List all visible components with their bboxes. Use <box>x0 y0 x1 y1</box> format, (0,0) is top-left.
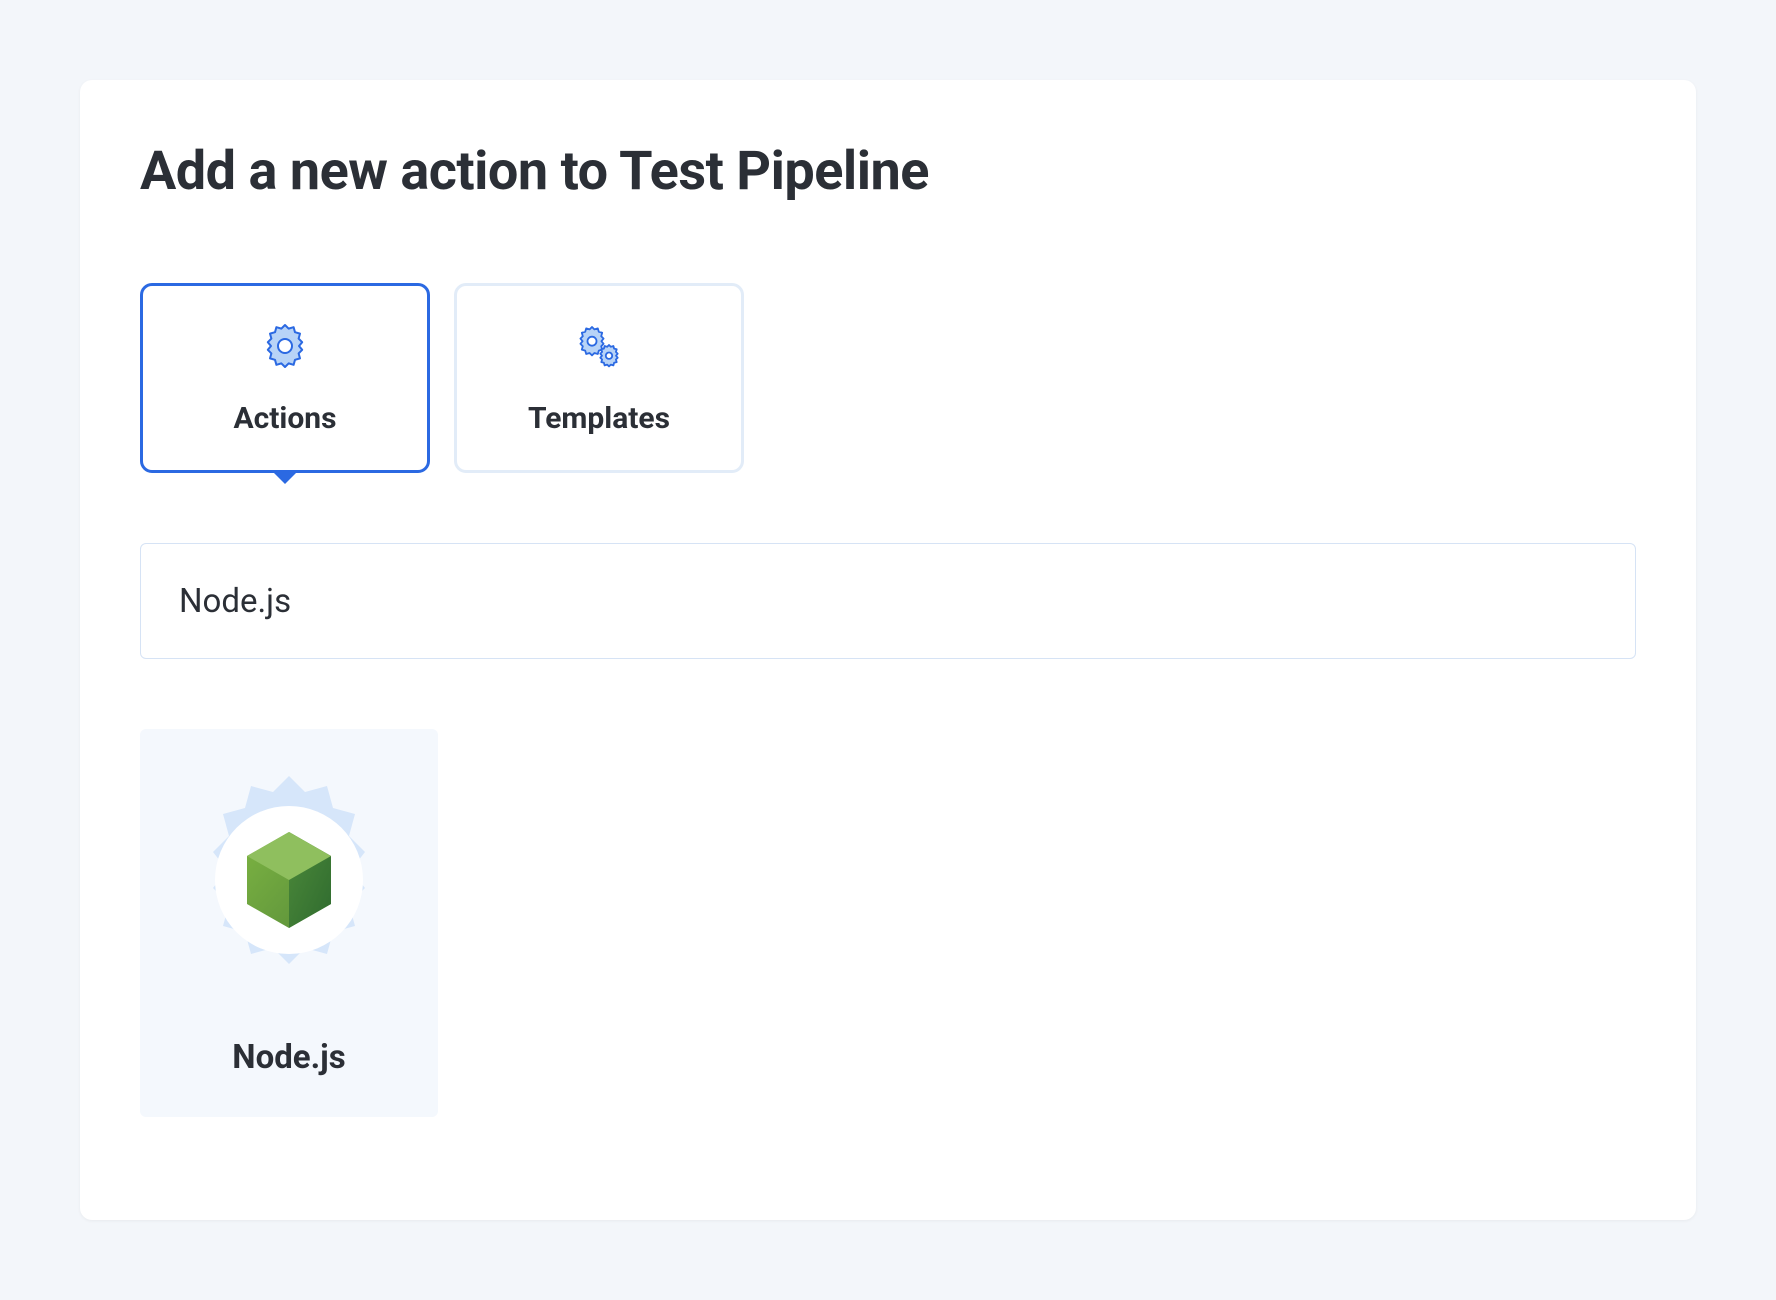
nodejs-icon <box>243 830 335 930</box>
main-card: Add a new action to Test Pipeline Action… <box>80 80 1696 1220</box>
tab-templates[interactable]: Templates <box>454 283 744 473</box>
tabs-container: Actions Templates <box>140 283 1636 473</box>
results-grid: Node.js <box>140 729 1636 1117</box>
white-circle <box>215 806 363 954</box>
gear-icon <box>261 321 309 373</box>
search-input[interactable] <box>140 543 1636 659</box>
tab-actions-label: Actions <box>233 401 336 436</box>
gears-icon <box>575 321 623 373</box>
search-input-wrapper <box>140 543 1636 659</box>
action-tile-nodejs[interactable]: Node.js <box>140 729 438 1117</box>
action-tile-label: Node.js <box>232 1038 345 1077</box>
tab-actions[interactable]: Actions <box>140 283 430 473</box>
page-title: Add a new action to Test Pipeline <box>140 140 1636 203</box>
action-tile-icon-wrapper <box>179 770 399 990</box>
tab-templates-label: Templates <box>528 401 670 436</box>
